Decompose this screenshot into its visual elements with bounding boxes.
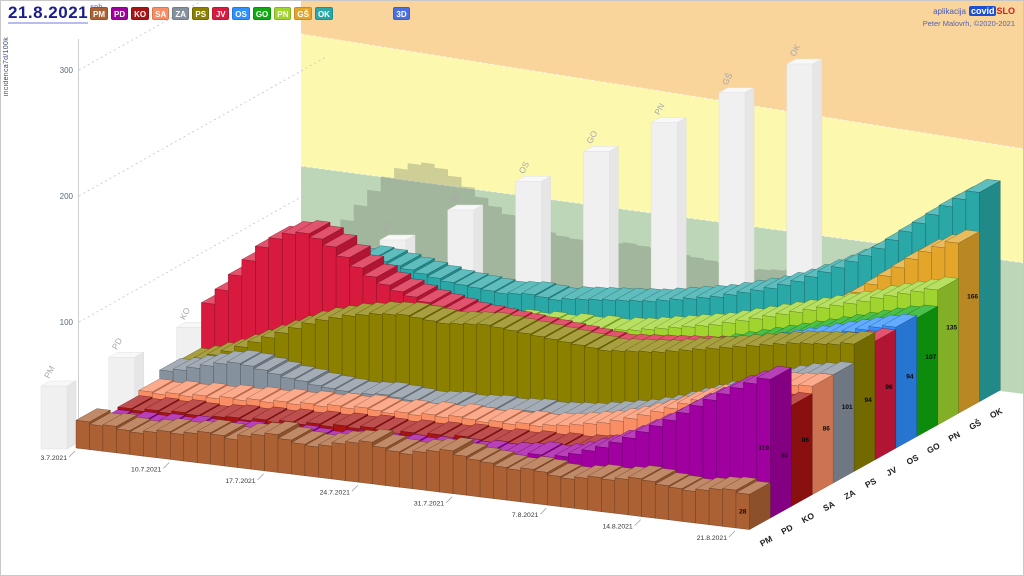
region-end-label-JV: JV bbox=[885, 464, 899, 478]
chart-canvas: 100200300PMPDKOSAZAPSJVOSGOPNGŠOK28PM110… bbox=[1, 1, 1024, 576]
region-button-JV[interactable]: JV bbox=[212, 7, 229, 20]
region-end-label-OK: OK bbox=[988, 405, 1005, 420]
author-credit: Peter Malovrh, ©2020-2021 bbox=[923, 18, 1015, 29]
value-label-OS: 96 bbox=[885, 384, 893, 391]
value-label-PM: 28 bbox=[739, 508, 747, 515]
y-axis-title: 7d/100k incidenca bbox=[3, 37, 15, 96]
region-end-label-GŠ: GŠ bbox=[967, 416, 983, 432]
region-button-PS[interactable]: PS bbox=[192, 7, 209, 20]
region-end-label-PN: PN bbox=[947, 429, 962, 443]
region-button-GŠ[interactable]: GŠ bbox=[294, 7, 312, 20]
date-label: 21.8.2021 bbox=[697, 535, 727, 542]
region-end-label-SA: SA bbox=[821, 499, 836, 513]
region-button-KO[interactable]: KO bbox=[131, 7, 149, 20]
app-prefix: aplikacija bbox=[933, 7, 966, 16]
value-label-OK: 166 bbox=[967, 294, 978, 301]
value-label-KO: 80 bbox=[781, 452, 789, 459]
region-end-label-KO: KO bbox=[800, 510, 816, 525]
value-label-ZA: 86 bbox=[823, 425, 831, 432]
region-end-label-OS: OS bbox=[905, 452, 921, 467]
region-end-label-PS: PS bbox=[863, 476, 878, 490]
date-label: 24.7.2021 bbox=[320, 489, 350, 496]
region-end-label-GO: GO bbox=[925, 440, 942, 455]
value-label-JV: 94 bbox=[864, 397, 872, 404]
region-button-PN[interactable]: PN bbox=[274, 7, 291, 20]
value-label-PD: 110 bbox=[758, 445, 769, 452]
y-tick-label: 200 bbox=[60, 192, 74, 201]
wall-ghost-label-PM: PM bbox=[42, 364, 57, 380]
y-axis-title-line1: 7d/100k bbox=[3, 37, 10, 64]
mode-3d-button[interactable]: 3D bbox=[393, 7, 410, 20]
date-label: 14.8.2021 bbox=[602, 524, 632, 531]
region-button-ZA[interactable]: ZA bbox=[172, 7, 189, 20]
region-end-label-PD: PD bbox=[779, 522, 794, 536]
date-label: 3.7.2021 bbox=[41, 455, 68, 462]
app-credit: aplikacijacovidSLO Peter Malovrh, ©2020-… bbox=[923, 6, 1015, 29]
current-date: 21.8.2021 bbox=[8, 4, 88, 24]
value-label-SA: 86 bbox=[802, 437, 810, 444]
wall-ghost-label-PD: PD bbox=[110, 336, 124, 351]
app-brand-covid: covid bbox=[969, 6, 997, 16]
covid-slo-3d-chart-screen: 100200300PMPDKOSAZAPSJVOSGOPNGŠOK28PM110… bbox=[0, 0, 1024, 576]
region-button-SA[interactable]: SA bbox=[152, 7, 169, 20]
y-tick-label: 300 bbox=[60, 66, 74, 75]
app-title-line: aplikacijacovidSLO bbox=[923, 6, 1015, 17]
value-label-PN: 107 bbox=[925, 354, 936, 361]
y-tick-label: 100 bbox=[60, 318, 74, 327]
app-brand-slo: SLO bbox=[996, 6, 1015, 16]
date-label: 31.7.2021 bbox=[414, 501, 444, 508]
y-axis-title-line2: incidenca bbox=[3, 64, 10, 96]
region-end-label-PM: PM bbox=[758, 534, 774, 549]
date-label: 7.8.2021 bbox=[512, 512, 539, 519]
region-button-OK[interactable]: OK bbox=[315, 7, 333, 20]
wall-ghost-label-KO: KO bbox=[178, 305, 193, 321]
date-label: 10.7.2021 bbox=[131, 466, 161, 473]
region-button-PM[interactable]: PM bbox=[90, 7, 108, 20]
value-label-GO: 94 bbox=[906, 374, 914, 381]
date-label: 17.7.2021 bbox=[225, 478, 255, 485]
region-button-OS[interactable]: OS bbox=[232, 7, 250, 20]
region-button-GO[interactable]: GO bbox=[253, 7, 271, 20]
region-end-label-ZA: ZA bbox=[842, 487, 857, 501]
current-date-block[interactable]: 21.8.2021sob bbox=[8, 4, 103, 24]
value-label-GŠ: 135 bbox=[946, 325, 957, 332]
mode-button-block: 3D bbox=[393, 7, 410, 20]
region-button-PD[interactable]: PD bbox=[111, 7, 128, 20]
value-label-PS: 101 bbox=[842, 404, 853, 411]
region-buttons: PMPDKOSAZAPSJVOSGOPNGŠOK bbox=[90, 7, 336, 20]
